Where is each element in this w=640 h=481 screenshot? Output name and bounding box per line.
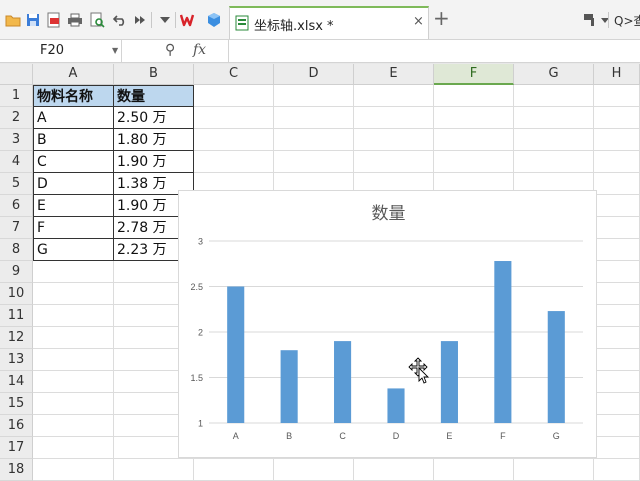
column-header-d[interactable]: D: [274, 64, 354, 85]
x-tick-label: B: [286, 431, 292, 441]
chevron-down-icon[interactable]: ▼: [112, 46, 118, 55]
row-header-4[interactable]: 4: [0, 151, 33, 173]
bar-e: [440, 341, 458, 423]
row-header-2[interactable]: 2: [0, 107, 33, 129]
bar-c: [334, 341, 352, 423]
app-cube-icon[interactable]: [205, 11, 223, 29]
toolbar-divider: [151, 12, 152, 28]
row-header-12[interactable]: 12: [0, 327, 33, 349]
cell-quantity[interactable]: 1.90 万: [114, 151, 194, 173]
name-box-value: F20: [40, 43, 65, 58]
toolbar-divider: [175, 12, 176, 28]
bar-g: [547, 311, 565, 423]
bar-chart[interactable]: 数量 1 1.5 2 2.5 3 A B C D E F G: [178, 190, 597, 458]
y-tick-label: 2: [198, 328, 203, 338]
x-tick-label: E: [446, 431, 452, 441]
undo-icon[interactable]: [111, 11, 129, 29]
print-preview-icon[interactable]: [88, 11, 106, 29]
cell-quantity[interactable]: 1.80 万: [114, 129, 194, 151]
cell-name[interactable]: E: [33, 195, 114, 217]
row-header-3[interactable]: 3: [0, 129, 33, 151]
row-header-16[interactable]: 16: [0, 415, 33, 437]
export-pdf-icon[interactable]: [45, 11, 63, 29]
toolbar-divider: [608, 12, 609, 28]
insert-function-button[interactable]: fx: [193, 42, 206, 58]
bar-b: [280, 350, 298, 423]
row-header-8[interactable]: 8: [0, 239, 33, 261]
row-header-6[interactable]: 6: [0, 195, 33, 217]
x-tick-label: G: [553, 431, 560, 441]
column-header-g[interactable]: G: [514, 64, 594, 85]
zoom-icon[interactable]: ⚲: [165, 42, 175, 58]
open-folder-icon[interactable]: [4, 11, 22, 29]
x-tick-label: D: [393, 431, 400, 441]
redo-icon[interactable]: [131, 11, 149, 29]
close-tab-icon[interactable]: ×: [413, 14, 424, 29]
cell-quantity[interactable]: 2.50 万: [114, 107, 194, 129]
header-cell-quantity[interactable]: 数量: [114, 85, 194, 107]
y-tick-label: 3: [198, 237, 203, 247]
row-header-15[interactable]: 15: [0, 393, 33, 415]
bar-d: [387, 388, 405, 423]
cell-name[interactable]: C: [33, 151, 114, 173]
spreadsheet-icon: [234, 15, 250, 31]
cell-name[interactable]: B: [33, 129, 114, 151]
y-tick-label: 1: [198, 419, 203, 429]
chart-plot: 1 1.5 2 2.5 3 A B C D E F G: [190, 237, 583, 441]
row-header-5[interactable]: 5: [0, 173, 33, 195]
cell-name[interactable]: D: [33, 173, 114, 195]
bar-a: [227, 286, 245, 423]
header-cell-name[interactable]: 物料名称: [33, 85, 114, 107]
y-tick-label: 2.5: [190, 282, 203, 292]
cell-name[interactable]: F: [33, 217, 114, 239]
formula-input[interactable]: [228, 40, 640, 62]
row-header-1[interactable]: 1: [0, 85, 33, 107]
cell-name[interactable]: G: [33, 239, 114, 261]
cell-name[interactable]: A: [33, 107, 114, 129]
name-box[interactable]: F20 ▼: [0, 40, 122, 62]
row-header-11[interactable]: 11: [0, 305, 33, 327]
wps-logo-icon[interactable]: [180, 11, 198, 29]
x-tick-label: F: [500, 431, 506, 441]
y-tick-label: 1.5: [190, 373, 203, 383]
document-tab[interactable]: 坐标轴.xlsx * ×: [229, 6, 429, 39]
dropdown-icon[interactable]: [156, 11, 174, 29]
row-header-10[interactable]: 10: [0, 283, 33, 305]
chevron-down-icon[interactable]: [596, 11, 614, 29]
column-header-a[interactable]: A: [33, 64, 114, 85]
search-button[interactable]: Q>查: [614, 12, 640, 29]
column-header-b[interactable]: B: [114, 64, 194, 85]
row-header-18[interactable]: 18: [0, 459, 33, 481]
formula-bar: F20 ▼ ⚲ fx: [0, 40, 640, 63]
print-icon[interactable]: [66, 11, 84, 29]
column-header-f[interactable]: F: [434, 64, 514, 85]
row-header-7[interactable]: 7: [0, 217, 33, 239]
move-cursor-icon: [408, 357, 430, 384]
row-header-14[interactable]: 14: [0, 371, 33, 393]
x-tick-label: C: [339, 431, 346, 441]
bar-f: [494, 261, 512, 423]
row-header-13[interactable]: 13: [0, 349, 33, 371]
document-tab-title: 坐标轴.xlsx *: [254, 19, 334, 34]
new-tab-button[interactable]: +: [433, 8, 450, 28]
column-header-e[interactable]: E: [354, 64, 434, 85]
x-tick-label: A: [233, 431, 239, 441]
row-header-9[interactable]: 9: [0, 261, 33, 283]
column-header-c[interactable]: C: [194, 64, 274, 85]
row-header-17[interactable]: 17: [0, 437, 33, 459]
quick-access-toolbar: 坐标轴.xlsx * × + Q>查: [0, 0, 640, 40]
select-all-corner[interactable]: [0, 64, 33, 85]
column-header-h[interactable]: H: [594, 64, 640, 85]
save-icon[interactable]: [24, 11, 42, 29]
